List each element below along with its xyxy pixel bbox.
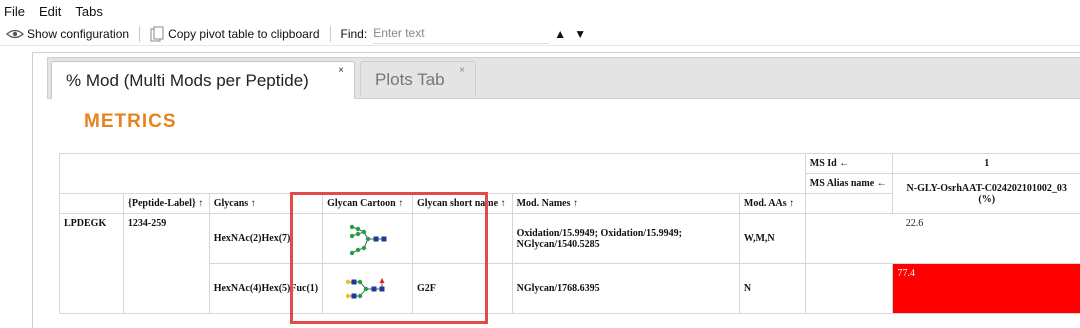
glycan-cartoon-image xyxy=(349,224,387,255)
toolbar: Show configuration Copy pivot table to c… xyxy=(0,22,1080,46)
mod-names-cell: NGlycan/1768.6395 xyxy=(511,263,740,314)
menu-file[interactable]: File xyxy=(4,4,25,19)
tab-plots[interactable]: Plots Tab × xyxy=(360,61,476,97)
value-spacer-cell xyxy=(804,263,894,314)
glycan-cartoon-cell xyxy=(322,263,413,314)
glycan-cartoon-image xyxy=(345,277,385,298)
tab-strip: % Mod (Multi Mods per Peptide) × Plots T… xyxy=(47,57,1080,99)
find-group: Find: ▲ ▼ xyxy=(335,22,596,46)
show-configuration-button[interactable]: Show configuration xyxy=(0,22,135,46)
glycan-cell: HexNAc(4)Hex(5)Fuc(1) xyxy=(208,263,324,314)
ms-alias-label[interactable]: MS Alias name ← xyxy=(804,173,894,194)
main-panel: % Mod (Multi Mods per Peptide) × Plots T… xyxy=(32,52,1080,328)
glycan-cell: HexNAc(2)Hex(7) xyxy=(208,213,324,264)
show-configuration-label: Show configuration xyxy=(27,26,130,41)
table-row: LPDEGK 1234-259 HexNAc(2)Hex(7) Oxidatio… xyxy=(59,213,1080,314)
mod-aas-header[interactable]: Mod. AAs ↑ xyxy=(738,193,806,214)
pivot-table: MS Id ← 1 MS Alias name ← N-GLY-OsrhAAT-… xyxy=(59,153,1080,314)
mod-aas-cell: W,M,N xyxy=(738,213,806,264)
copy-pivot-label: Copy pivot table to clipboard xyxy=(168,26,320,41)
ms-id-value: 1 xyxy=(892,153,1080,174)
toolbar-divider xyxy=(329,25,331,42)
find-previous-button[interactable]: ▲ xyxy=(551,25,569,43)
header-row-ms-alias: MS Alias name ← N-GLY-OsrhAAT-C024202101… xyxy=(59,173,1080,214)
glycan-short-name-cell xyxy=(411,213,513,264)
pivot-table-container: MS Id ← 1 MS Alias name ← N-GLY-OsrhAAT-… xyxy=(59,153,1080,328)
menu-bar: File Edit Tabs xyxy=(0,0,1080,22)
close-icon[interactable]: × xyxy=(459,65,465,76)
row-label-header xyxy=(59,193,124,214)
value-text: 22.6 xyxy=(905,218,924,229)
value-text: 77.4 xyxy=(897,268,915,279)
row-label-cell: LPDEGK xyxy=(59,213,124,314)
peptide-label-cell: 1234-259 xyxy=(122,213,210,314)
mod-aas-cell: N xyxy=(738,263,806,314)
menu-edit[interactable]: Edit xyxy=(39,4,61,19)
ms-alias-value: N-GLY-OsrhAAT-C024202101002_03 (%) xyxy=(892,173,1080,214)
table-row: HexNAc(4)Hex(5)Fuc(1) G2F NGlycan/1768.6… xyxy=(60,263,1080,314)
mod-names-cell: Oxidation/15.9949; Oxidation/15.9949; NG… xyxy=(511,213,740,264)
value-cell: 22.6 xyxy=(804,213,1080,264)
close-icon[interactable]: × xyxy=(338,65,344,76)
mod-names-header[interactable]: Mod. Names ↑ xyxy=(511,193,740,214)
tab-label: % Mod (Multi Mods per Peptide) xyxy=(66,70,309,90)
tab-label: Plots Tab xyxy=(375,69,445,89)
ms-empty-header xyxy=(804,193,894,214)
glycan-short-name-header[interactable]: Glycan short name ↑ xyxy=(411,193,513,214)
glycan-cartoon-cell xyxy=(322,213,413,264)
toolbar-divider xyxy=(139,25,141,42)
tab-mod-multi-mods[interactable]: % Mod (Multi Mods per Peptide) × xyxy=(51,61,355,99)
glycans-header[interactable]: Glycans ↑ xyxy=(208,193,324,214)
glycan-short-name-cell: G2F xyxy=(411,263,513,314)
eye-icon xyxy=(6,29,24,38)
peptide-label-header[interactable]: {Peptide-Label} ↑ xyxy=(122,193,210,214)
find-input[interactable] xyxy=(373,23,550,44)
header-spacer xyxy=(59,173,806,194)
metrics-title: METRICS xyxy=(84,111,177,132)
header-spacer xyxy=(59,153,806,174)
copy-icon xyxy=(150,26,164,41)
find-label: Find: xyxy=(340,26,368,41)
value-cell-highlighted: 77.4 xyxy=(892,263,1080,314)
header-row-ms-id: MS Id ← 1 xyxy=(59,153,1080,174)
ms-id-label[interactable]: MS Id ← xyxy=(804,153,894,174)
find-next-button[interactable]: ▼ xyxy=(571,25,589,43)
menu-tabs[interactable]: Tabs xyxy=(75,4,102,19)
copy-pivot-button[interactable]: Copy pivot table to clipboard xyxy=(144,22,325,46)
glycan-cartoon-header[interactable]: Glycan Cartoon ↑ xyxy=(322,193,413,214)
